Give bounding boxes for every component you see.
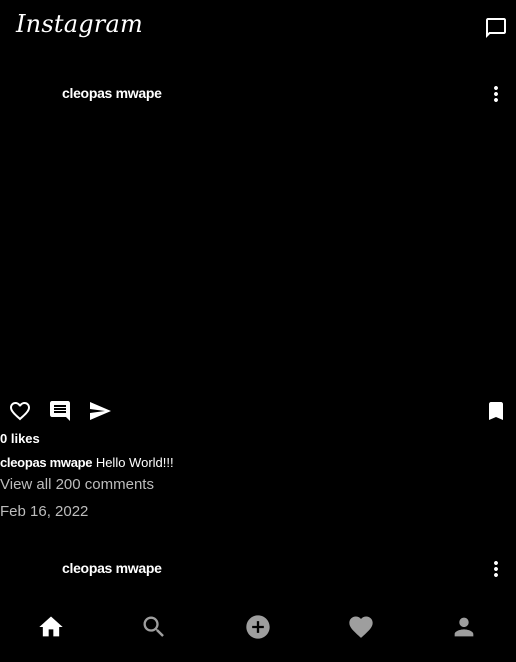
heart-icon[interactable] bbox=[347, 613, 375, 641]
caption-text: Hello World!!! bbox=[92, 455, 174, 470]
view-comments-link[interactable]: View all 200 comments bbox=[0, 476, 154, 493]
home-icon[interactable] bbox=[37, 613, 65, 641]
top-app-bar: Instagram bbox=[0, 0, 516, 56]
more-vertical-icon[interactable] bbox=[484, 557, 508, 581]
post-header: cleopas mwape bbox=[0, 549, 516, 589]
likes-count: 0 likes bbox=[0, 431, 40, 446]
post-author[interactable]: cleopas mwape bbox=[62, 85, 162, 101]
person-icon[interactable] bbox=[450, 613, 478, 641]
heart-outline-icon[interactable] bbox=[8, 399, 32, 423]
send-icon[interactable] bbox=[88, 399, 112, 423]
post-date: Feb 16, 2022 bbox=[0, 503, 89, 520]
bookmark-icon[interactable] bbox=[484, 399, 508, 423]
message-square-icon[interactable] bbox=[484, 16, 508, 40]
more-vertical-icon[interactable] bbox=[484, 82, 508, 106]
bottom-navigation bbox=[0, 600, 516, 662]
comment-icon[interactable] bbox=[48, 399, 72, 423]
post-caption: cleopas mwape Hello World!!! bbox=[0, 455, 174, 470]
post-header: cleopas mwape bbox=[0, 74, 516, 114]
post-image[interactable] bbox=[0, 120, 516, 390]
caption-author[interactable]: cleopas mwape bbox=[0, 455, 93, 470]
search-icon[interactable] bbox=[140, 613, 168, 641]
post-author[interactable]: cleopas mwape bbox=[62, 560, 162, 576]
instagram-logo: Instagram bbox=[16, 10, 143, 38]
add-circle-icon[interactable] bbox=[244, 613, 272, 641]
